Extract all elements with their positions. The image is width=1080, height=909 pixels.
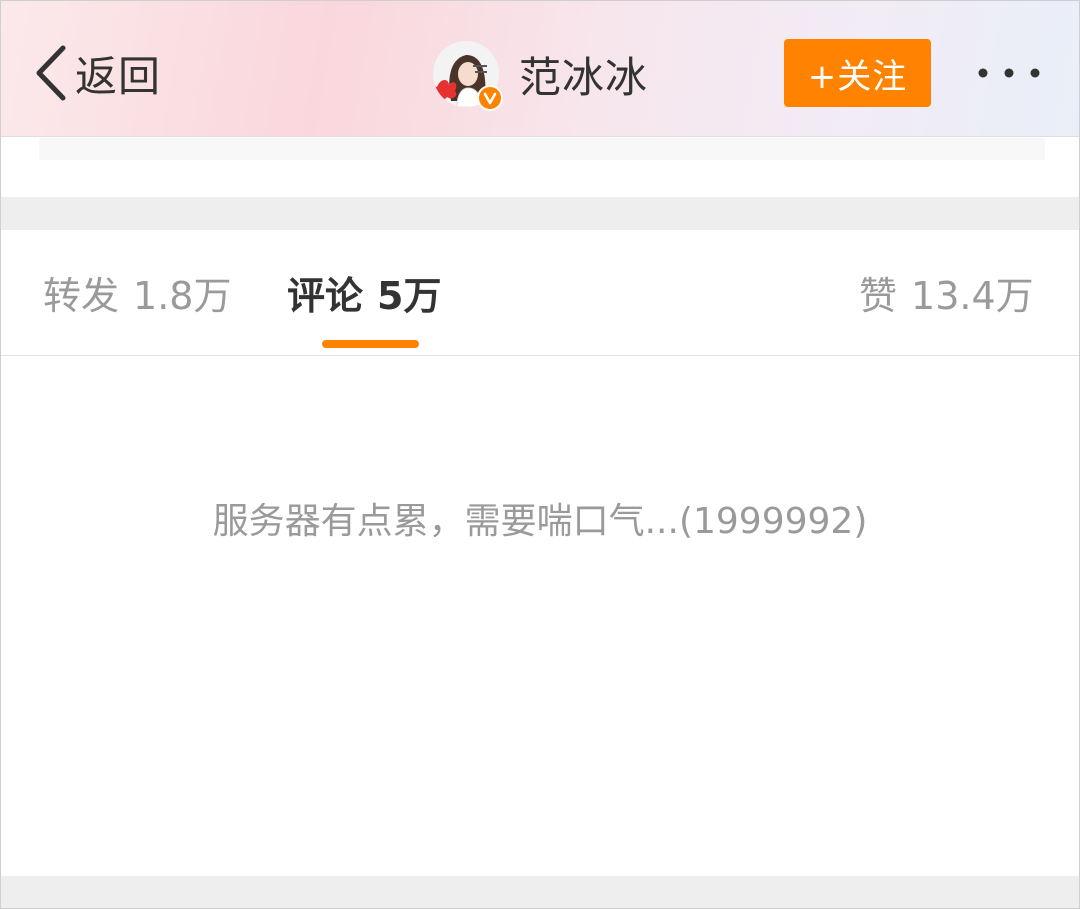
tab-label: 评论 [287,274,364,318]
bottom-separator [1,876,1079,908]
tab-count: 13.4万 [911,274,1034,318]
user-name[interactable]: 范冰冰 [519,44,648,105]
avatar[interactable] [433,41,503,111]
verified-v-badge-icon [477,85,503,111]
author-profile[interactable]: 范冰冰 [433,41,648,111]
follow-button[interactable]: +关注 [784,39,931,107]
top-nav-bar: 返回 范冰冰 +关注 [1,1,1079,137]
active-tab-indicator [322,340,419,348]
chevron-left-icon [33,44,67,102]
tab-count: 5万 [377,274,442,318]
tab-repost[interactable]: 转发 1.8万 [43,271,231,321]
back-button[interactable]: 返回 [33,41,161,105]
tab-count: 1.8万 [133,274,232,318]
more-button[interactable] [971,57,1047,89]
tab-like[interactable]: 赞 13.4万 [859,271,1034,321]
more-dots-icon [971,68,1047,93]
tabs-divider [1,355,1079,356]
app-frame: 返回 范冰冰 +关注 转发 1.8万 评论 5万 赞 13.4万 服务器有点累，… [0,0,1080,909]
server-busy-message: 服务器有点累，需要喘口气...(1999992) [212,501,868,542]
section-separator [1,197,1079,230]
tab-comment[interactable]: 评论 5万 [287,271,441,321]
tab-label: 赞 [859,274,898,318]
back-label: 返回 [75,51,162,101]
post-card-bottom [39,138,1045,160]
tab-label: 转发 [43,274,120,318]
